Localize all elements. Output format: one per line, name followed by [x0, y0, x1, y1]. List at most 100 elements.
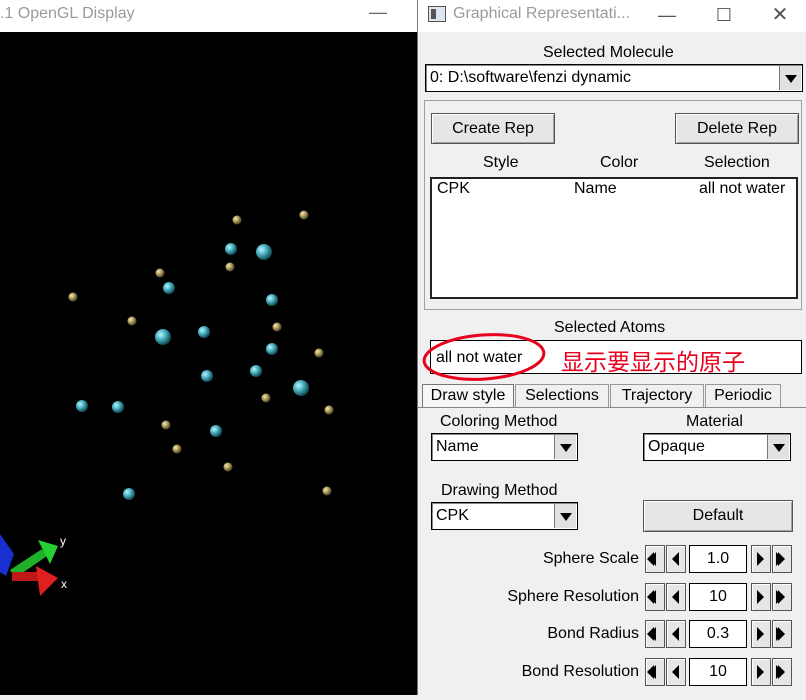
increment-button[interactable] [751, 545, 771, 573]
atom-cyan [155, 329, 171, 345]
annotation-text: 显示要显示的原子 [561, 350, 745, 376]
param-label: Bond Radius [547, 625, 639, 642]
right-arrow-icon [757, 590, 764, 604]
column-header-color: Color [600, 154, 639, 171]
column-header-style: Style [483, 154, 519, 171]
increment-fast-button[interactable] [772, 658, 792, 686]
atom-yellow [161, 420, 171, 430]
atom-yellow [232, 215, 242, 225]
increment-button[interactable] [751, 620, 771, 648]
decrement-button[interactable] [666, 620, 686, 648]
tab-selections[interactable]: Selections [515, 384, 609, 408]
coloring-method-dropdown[interactable]: Name [431, 433, 578, 461]
decrement-button[interactable] [666, 583, 686, 611]
tab-trajectory[interactable]: Trajectory [610, 384, 704, 408]
minimize-icon[interactable]: — [655, 3, 679, 27]
y-axis-label: y [60, 534, 66, 548]
material-value: Opaque [648, 438, 705, 455]
right-arrow-icon [757, 552, 764, 566]
atom-yellow [172, 444, 182, 454]
param-row-sphere-scale: Sphere Scale 1.0 [418, 545, 806, 575]
atom-yellow [225, 262, 235, 272]
opengl-titlebar[interactable]: .1 OpenGL Display — [0, 0, 417, 32]
atom-yellow [155, 268, 165, 278]
atom-yellow [272, 322, 282, 332]
opengl-display-window: .1 OpenGL Display — y x [0, 0, 417, 695]
column-header-selection: Selection [704, 154, 770, 171]
atom-cyan [163, 282, 175, 294]
param-value[interactable]: 10 [689, 583, 747, 611]
gr-titlebar[interactable]: Graphical Representati... — ☐ ✕ [418, 0, 806, 32]
annotation-circle [422, 333, 546, 381]
decrement-fast-button[interactable] [645, 658, 665, 686]
increment-fast-button[interactable] [772, 620, 792, 648]
param-value[interactable]: 1.0 [689, 545, 747, 573]
double-left-arrow-icon [647, 665, 656, 679]
chevron-down-icon[interactable] [554, 504, 576, 528]
double-right-arrow-icon [776, 665, 785, 679]
rep-color: Name [574, 180, 617, 197]
material-dropdown[interactable]: Opaque [643, 433, 791, 461]
opengl-canvas[interactable]: y x [0, 32, 417, 695]
minimize-icon[interactable]: — [367, 2, 389, 24]
atom-cyan [201, 370, 213, 382]
left-arrow-icon [672, 590, 679, 604]
rep-style: CPK [437, 180, 470, 197]
param-row-bond-radius: Bond Radius 0.3 [418, 620, 806, 650]
double-left-arrow-icon [647, 627, 656, 641]
drawing-method-dropdown[interactable]: CPK [431, 502, 578, 530]
chevron-down-icon[interactable] [779, 66, 801, 90]
increment-fast-button[interactable] [772, 583, 792, 611]
atom-cyan [112, 401, 124, 413]
reps-list[interactable]: CPK Name all not water [430, 177, 798, 299]
decrement-button[interactable] [666, 658, 686, 686]
atom-layer [68, 210, 334, 500]
atom-yellow [68, 292, 78, 302]
param-value[interactable]: 10 [689, 658, 747, 686]
increment-fast-button[interactable] [772, 545, 792, 573]
coloring-method-label: Coloring Method [440, 413, 558, 430]
double-right-arrow-icon [776, 627, 785, 641]
param-label: Bond Resolution [521, 663, 639, 680]
default-button[interactable]: Default [643, 500, 793, 532]
selected-molecule-value: 0: D:\software\fenzi dynamic [430, 69, 631, 86]
opengl-window-title: .1 OpenGL Display [0, 5, 135, 22]
param-value[interactable]: 0.3 [689, 620, 747, 648]
atom-yellow [127, 316, 137, 326]
axes-indicator: y x [0, 534, 67, 596]
selected-molecule-dropdown[interactable]: 0: D:\software\fenzi dynamic [425, 64, 803, 92]
drawing-method-value: CPK [436, 507, 469, 524]
decrement-fast-button[interactable] [645, 583, 665, 611]
tab-draw-style[interactable]: Draw style [422, 384, 514, 408]
decrement-fast-button[interactable] [645, 545, 665, 573]
param-row-sphere-resolution: Sphere Resolution 10 [418, 583, 806, 613]
chevron-down-icon[interactable] [767, 435, 789, 459]
delete-rep-button[interactable]: Delete Rep [675, 113, 799, 144]
selected-molecule-label: Selected Molecule [543, 44, 674, 61]
atom-cyan [266, 294, 278, 306]
atom-yellow [223, 462, 233, 472]
atom-cyan [293, 380, 309, 396]
molecule-view: y x [0, 210, 334, 596]
rep-selection: all not water [699, 180, 786, 197]
param-row-bond-resolution: Bond Resolution 10 [418, 658, 806, 688]
right-arrow-icon [757, 665, 764, 679]
chevron-down-icon[interactable] [554, 435, 576, 459]
create-rep-button[interactable]: Create Rep [431, 113, 555, 144]
close-icon[interactable]: ✕ [768, 3, 792, 27]
atom-cyan [225, 243, 237, 255]
atom-cyan [76, 400, 88, 412]
param-label: Sphere Scale [542, 550, 639, 567]
param-label: Sphere Resolution [507, 588, 639, 605]
increment-button[interactable] [751, 658, 771, 686]
atom-yellow [322, 486, 332, 496]
tab-periodic[interactable]: Periodic [705, 384, 781, 408]
x-axis-head [36, 566, 58, 596]
graphical-representations-window: Graphical Representati... — ☐ ✕ Selected… [417, 0, 806, 695]
decrement-fast-button[interactable] [645, 620, 665, 648]
right-arrow-icon [757, 627, 764, 641]
maximize-icon[interactable]: ☐ [712, 3, 736, 27]
rep-row[interactable]: CPK Name all not water [432, 179, 796, 201]
decrement-button[interactable] [666, 545, 686, 573]
increment-button[interactable] [751, 583, 771, 611]
